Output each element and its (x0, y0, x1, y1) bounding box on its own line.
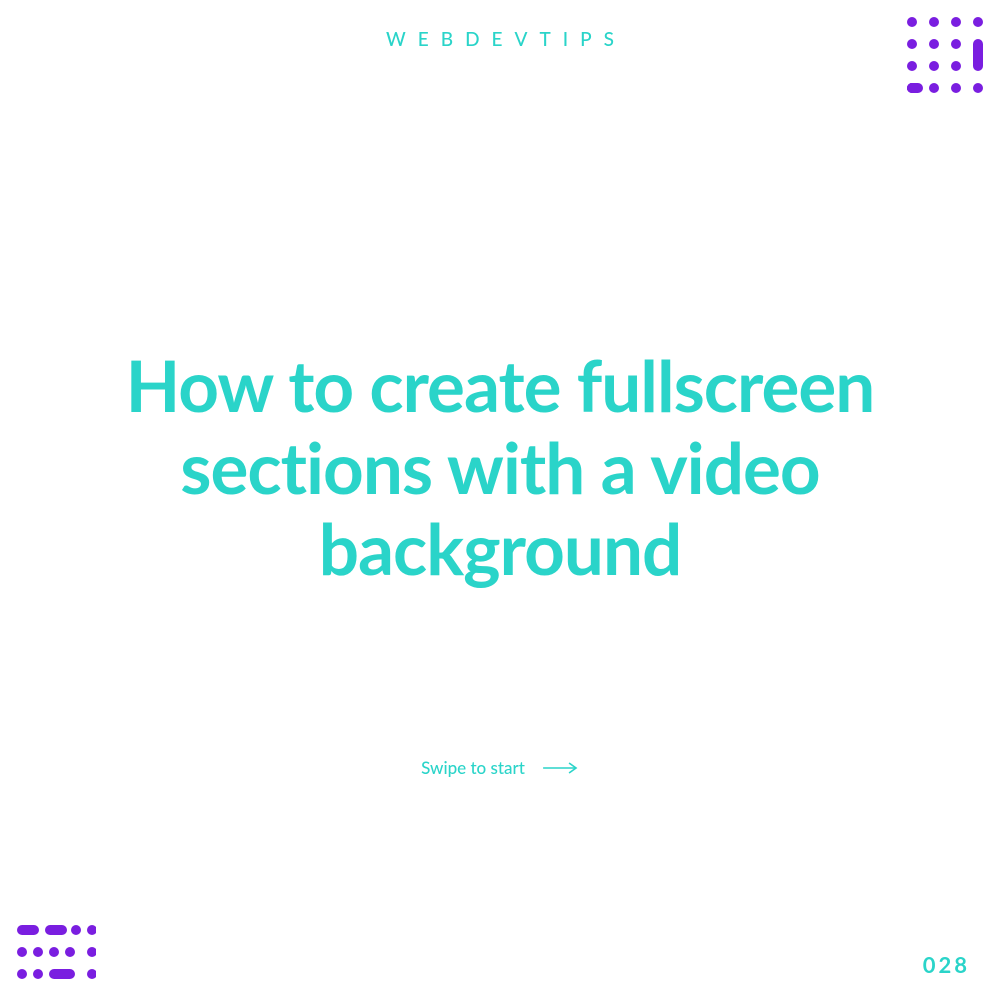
arrow-right-icon (543, 762, 579, 774)
page-title: How to create fullscreen sections with a… (60, 345, 940, 590)
swipe-label: Swipe to start (421, 757, 525, 778)
page-number: 028 (923, 951, 970, 978)
decorative-dots-bl-icon (14, 922, 96, 986)
decorative-dots-tr-icon (904, 14, 986, 100)
swipe-cta[interactable]: Swipe to start (421, 757, 579, 778)
brand-label: WEBDEVTIPS (374, 28, 626, 51)
